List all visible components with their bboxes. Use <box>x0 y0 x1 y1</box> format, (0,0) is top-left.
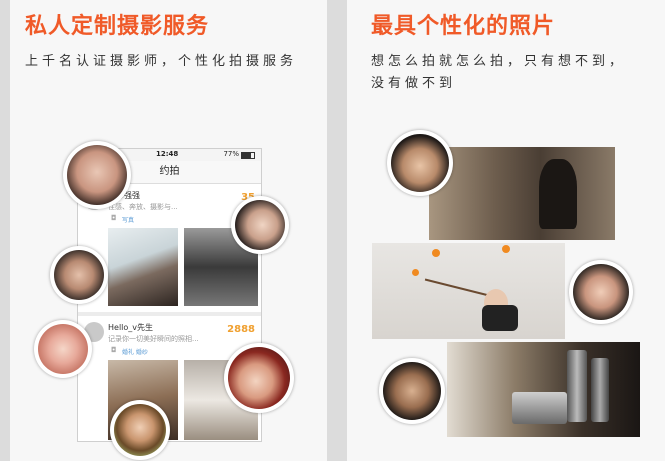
photographer-tags[interactable]: 婚礼 婚纱 <box>122 347 148 356</box>
portrait-bubble <box>50 246 108 304</box>
gallery-photo[interactable] <box>447 342 640 437</box>
promo-panel-right: 最具个性化的照片 想怎么拍就怎么拍，只有想不到， 没有做不到 <box>347 0 665 461</box>
camera-icon: ◘ <box>111 214 117 222</box>
photographer-name: Hello_v先生 <box>108 323 154 332</box>
subtitle-right-line1: 想怎么拍就怎么拍，只有想不到， <box>371 54 627 69</box>
camera-icon: ◘ <box>111 346 117 354</box>
subtitle-left: 上千名认证摄影师，个性化拍摄服务 <box>25 54 298 69</box>
portrait-bubble <box>63 141 131 209</box>
photographer-desc: 记录你一切美好瞬间的照相... <box>108 335 199 343</box>
battery-percent: 77% <box>223 150 239 158</box>
battery-icon <box>241 152 255 159</box>
portrait-bubble <box>387 130 453 196</box>
gallery-photo[interactable] <box>429 147 615 240</box>
photographer-tags[interactable]: 写真 <box>122 215 134 224</box>
subtitle-right-line2: 没有做不到 <box>371 76 457 91</box>
photographer-desc: 性感、奔放、摄影与... <box>108 203 178 211</box>
portrait-bubble <box>379 358 445 424</box>
portrait-bubble <box>224 343 294 413</box>
portrait-bubble <box>110 400 170 460</box>
gallery-photo[interactable] <box>372 243 565 339</box>
portrait-bubble <box>569 260 633 324</box>
headline-left: 私人定制摄影服务 <box>25 14 210 39</box>
headline-right: 最具个性化的照片 <box>371 14 556 39</box>
promo-panel-left: 私人定制摄影服务 上千名认证摄影师，个性化拍摄服务 ◠ 12:48 77% 约拍… <box>10 0 327 461</box>
status-time: 12:48 <box>156 150 179 158</box>
portrait-bubble <box>34 320 92 378</box>
portrait-bubble <box>231 196 289 254</box>
sample-photo[interactable] <box>108 228 178 306</box>
photographer-count: 2888 <box>227 324 255 335</box>
